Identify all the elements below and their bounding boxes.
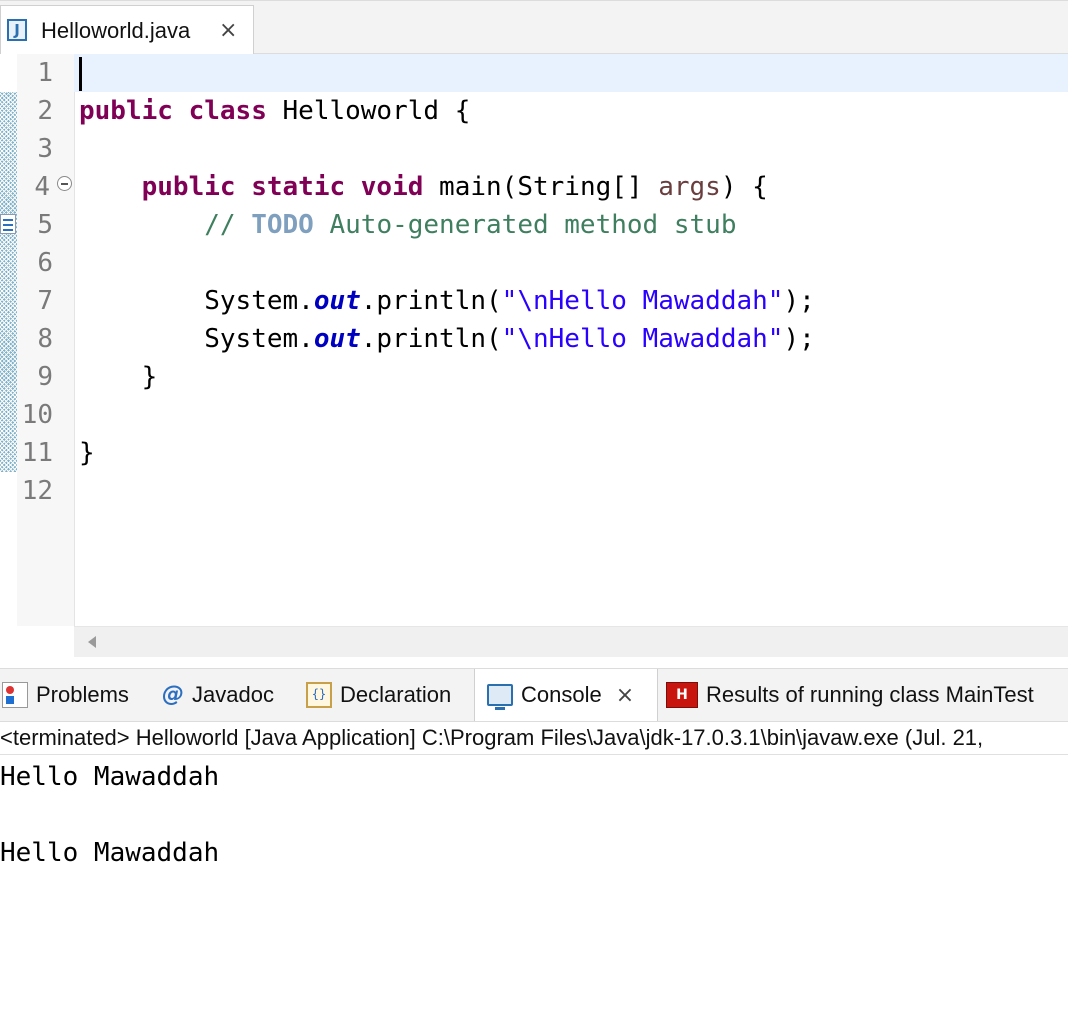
- editor-tab-title: Helloworld.java: [41, 18, 191, 43]
- tab-label: Console: [521, 682, 602, 707]
- text-caret: [79, 57, 82, 91]
- tab-javadoc[interactable]: @ Javadoc: [162, 669, 274, 721]
- line-number: 8: [37, 324, 53, 354]
- tab-label: Declaration: [340, 682, 452, 707]
- line-number: 3: [37, 134, 53, 164]
- line-number: 4: [34, 172, 50, 202]
- code-line: public class Helloworld {: [79, 92, 470, 130]
- collapse-icon[interactable]: [57, 176, 72, 191]
- parameter: args: [658, 172, 721, 202]
- code-text: );: [783, 324, 815, 354]
- static-field: out: [313, 324, 361, 354]
- code-text: }: [141, 362, 158, 392]
- comment: //: [204, 210, 252, 240]
- code-text: ) {: [720, 172, 768, 202]
- line-number: 10: [21, 400, 53, 430]
- editor-tab-bar: J Helloworld.java ×: [0, 0, 1068, 55]
- code-text: );: [783, 286, 815, 316]
- code-line: // TODO Auto-generated method stub: [79, 206, 736, 244]
- code-line: }: [79, 358, 158, 396]
- code-text: main(String[]: [423, 172, 659, 202]
- keyword: static: [251, 172, 346, 202]
- console-output-line: Hello Mawaddah: [0, 762, 220, 792]
- javadoc-icon: @: [162, 682, 184, 707]
- line-number: 11: [21, 438, 53, 468]
- code-line: System.out.println("\nHello Mawaddah");: [79, 282, 815, 320]
- keyword: void: [360, 172, 424, 202]
- code-text: .println(: [360, 286, 502, 316]
- tab-console[interactable]: Console ×: [474, 669, 658, 721]
- tab-results[interactable]: H Results of running class MainTest: [666, 669, 1034, 721]
- console-output-line: Hello Mawaddah: [0, 838, 220, 868]
- java-file-icon: J: [7, 19, 27, 41]
- console-output[interactable]: Hello Mawaddah Hello Mawaddah: [0, 758, 1068, 872]
- line-number: 2: [37, 96, 53, 126]
- string-literal: "\nHello Mawaddah": [501, 286, 784, 316]
- horizontal-scrollbar[interactable]: [74, 626, 1068, 657]
- line-number: 5: [37, 210, 53, 240]
- close-icon[interactable]: ×: [616, 683, 634, 708]
- tab-declaration[interactable]: {} Declaration: [306, 669, 451, 721]
- keyword: class: [188, 96, 267, 126]
- scroll-left-icon[interactable]: [88, 636, 96, 648]
- code-text: .println(: [360, 324, 502, 354]
- line-number: 6: [37, 248, 53, 278]
- current-line-highlight: [74, 54, 1068, 92]
- console-status-line: <terminated> Helloworld [Java Applicatio…: [0, 722, 1068, 755]
- results-icon: H: [666, 682, 698, 708]
- view-tab-bar: Problems @ Javadoc {} Declaration Consol…: [0, 668, 1068, 722]
- code-editor[interactable]: 1 2 3 4 5 6 7 8 9 10 11 12 public class …: [0, 54, 1068, 626]
- code-text: System.: [204, 324, 314, 354]
- tab-problems[interactable]: Problems: [2, 669, 139, 721]
- code-text: Helloworld {: [266, 96, 471, 126]
- line-number: 1: [37, 58, 53, 88]
- line-number: 9: [37, 362, 53, 392]
- tab-label: Results of running class MainTest: [706, 682, 1034, 707]
- keyword: public: [141, 172, 236, 202]
- keyword: public: [79, 96, 173, 126]
- declaration-icon: {}: [306, 682, 332, 708]
- editor-tab-helloworld[interactable]: J Helloworld.java ×: [0, 5, 254, 55]
- static-field: out: [313, 286, 361, 316]
- code-text: }: [79, 438, 95, 468]
- code-line: public static void main(String[] args) {: [79, 168, 768, 206]
- code-text: System.: [204, 286, 314, 316]
- console-icon: [487, 684, 513, 710]
- change-ruler: [0, 92, 17, 472]
- line-number: 7: [37, 286, 53, 316]
- string-literal: "\nHello Mawaddah": [501, 324, 784, 354]
- tab-label: Javadoc: [192, 682, 274, 707]
- close-icon[interactable]: ×: [219, 18, 237, 43]
- task-marker-icon[interactable]: [0, 214, 16, 234]
- comment: Auto-generated method stub: [313, 210, 737, 240]
- todo-tag: TODO: [251, 210, 314, 240]
- code-line: }: [79, 434, 95, 472]
- code-line: System.out.println("\nHello Mawaddah");: [79, 320, 815, 358]
- tab-label: Problems: [36, 682, 129, 707]
- line-number: 12: [21, 476, 53, 506]
- problems-icon: [2, 682, 28, 708]
